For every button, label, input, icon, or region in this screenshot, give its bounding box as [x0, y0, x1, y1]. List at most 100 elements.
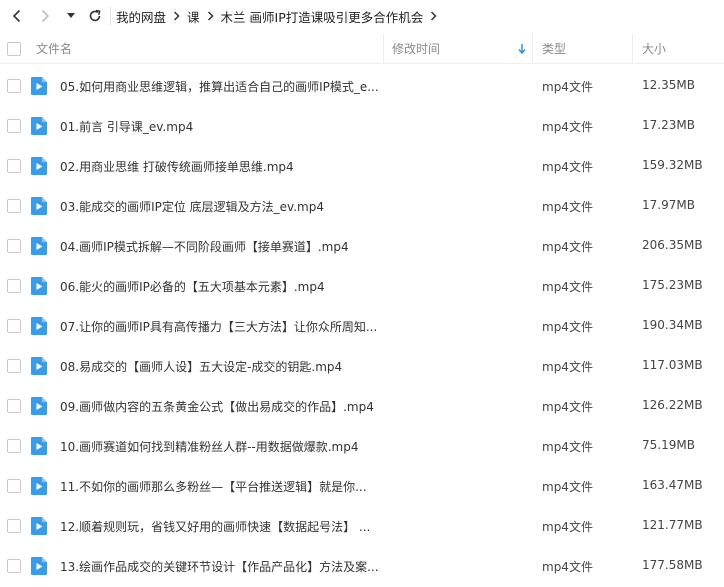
table-row[interactable]: 04.画师IP模式拆解—不同阶段画师【接单赛道】.mp4 mp4文件 206.35M…	[0, 226, 724, 266]
chevron-right-icon	[207, 11, 214, 21]
file-name[interactable]: 01.前言 引导课_ev.mp4	[60, 118, 193, 135]
row-checkbox[interactable]	[7, 199, 21, 213]
table-row[interactable]: 07.让你的画师IP具有高传播力【三大方法】让你众所周知... mp4文件 190.…	[0, 306, 724, 346]
video-file-icon	[31, 517, 47, 535]
file-type: mp4文件	[542, 160, 593, 174]
file-size: 121.77MB	[642, 518, 703, 532]
file-size: 12.35MB	[642, 78, 695, 92]
file-size: 17.23MB	[642, 118, 695, 132]
table-row[interactable]: 02.用商业思维 打破传统画师接单思维.mp4 mp4文件 159.32MB	[0, 146, 724, 186]
caret-down-icon	[67, 13, 75, 18]
file-type: mp4文件	[542, 280, 593, 294]
row-checkbox[interactable]	[7, 79, 21, 93]
file-name[interactable]: 12.顺着规则玩，省钱又好用的画师快速【数据起号法】 ...	[60, 518, 370, 535]
file-size: 117.03MB	[642, 358, 703, 372]
row-checkbox[interactable]	[7, 159, 21, 173]
forward-button[interactable]	[34, 5, 56, 27]
file-name[interactable]: 05.如何用商业思维逻辑，推算出适合自己的画师IP模式_e...	[60, 78, 379, 95]
file-type: mp4文件	[542, 240, 593, 254]
row-checkbox[interactable]	[7, 359, 21, 373]
back-button[interactable]	[6, 5, 28, 27]
table-row[interactable]: 03.能成交的画师IP定位 底层逻辑及方法_ev.mp4 mp4文件 17.97MB	[0, 186, 724, 226]
file-type: mp4文件	[542, 320, 593, 334]
file-size: 163.47MB	[642, 478, 703, 492]
table-row[interactable]: 01.前言 引导课_ev.mp4 mp4文件 17.23MB	[0, 106, 724, 146]
file-size: 175.23MB	[642, 278, 703, 292]
column-header-name[interactable]: 文件名	[36, 40, 72, 57]
file-name[interactable]: 04.画师IP模式拆解—不同阶段画师【接单赛道】.mp4	[60, 238, 349, 255]
row-checkbox[interactable]	[7, 519, 21, 533]
column-header-modified[interactable]: 修改时间	[392, 40, 440, 57]
chevron-right-icon	[41, 9, 50, 23]
chevron-left-icon	[12, 9, 21, 23]
file-name[interactable]: 11.不如你的画师那么多粉丝—【平台推送逻辑】就是你...	[60, 478, 367, 495]
file-size: 75.19MB	[642, 438, 695, 452]
video-file-icon	[31, 117, 47, 135]
video-file-icon	[31, 437, 47, 455]
table-row[interactable]: 06.能火的画师IP必备的【五大项基本元素】.mp4 mp4文件 175.23MB	[0, 266, 724, 306]
file-type: mp4文件	[542, 440, 593, 454]
select-all-checkbox[interactable]	[7, 42, 21, 56]
column-divider[interactable]	[532, 34, 533, 64]
file-size: 206.35MB	[642, 238, 703, 252]
row-checkbox[interactable]	[7, 319, 21, 333]
file-name[interactable]: 13.绘画作品成交的关键环节设计【作品产品化】方法及案...	[60, 558, 379, 575]
file-size: 17.97MB	[642, 198, 695, 212]
video-file-icon	[31, 557, 47, 575]
video-file-icon	[31, 357, 47, 375]
breadcrumb-item-current[interactable]: 木兰 画师IP打造课吸引更多合作机会	[221, 7, 424, 26]
column-divider[interactable]	[632, 34, 633, 64]
video-file-icon	[31, 477, 47, 495]
table-row[interactable]: 05.如何用商业思维逻辑，推算出适合自己的画师IP模式_e... mp4文件 12.…	[0, 66, 724, 106]
file-name[interactable]: 09.画师做内容的五条黄金公式【做出易成交的作品】.mp4	[60, 398, 374, 415]
file-type: mp4文件	[542, 360, 593, 374]
file-size: 177.58MB	[642, 558, 703, 572]
refresh-button[interactable]	[84, 5, 106, 27]
video-file-icon	[31, 237, 47, 255]
row-checkbox[interactable]	[7, 559, 21, 573]
breadcrumb: 我的网盘 课 木兰 画师IP打造课吸引更多合作机会	[116, 7, 444, 26]
file-type: mp4文件	[542, 480, 593, 494]
row-checkbox[interactable]	[7, 279, 21, 293]
table-row[interactable]: 11.不如你的画师那么多粉丝—【平台推送逻辑】就是你... mp4文件 163.47…	[0, 466, 724, 506]
video-file-icon	[31, 77, 47, 95]
breadcrumb-item-root[interactable]: 我的网盘	[116, 7, 166, 26]
file-type: mp4文件	[542, 200, 593, 214]
file-size: 159.32MB	[642, 158, 703, 172]
breadcrumb-item-course[interactable]: 课	[187, 7, 200, 26]
file-name[interactable]: 06.能火的画师IP必备的【五大项基本元素】.mp4	[60, 278, 325, 295]
history-dropdown-button[interactable]	[64, 5, 78, 27]
chevron-right-icon	[173, 11, 180, 21]
row-checkbox[interactable]	[7, 399, 21, 413]
video-file-icon	[31, 197, 47, 215]
file-size: 190.34MB	[642, 318, 703, 332]
row-checkbox[interactable]	[7, 439, 21, 453]
sort-desc-icon	[518, 43, 526, 57]
file-type: mp4文件	[542, 400, 593, 414]
table-row[interactable]: 08.易成交的【画师人设】五大设定-成交的钥匙.mp4 mp4文件 117.03MB	[0, 346, 724, 386]
video-file-icon	[31, 157, 47, 175]
file-name[interactable]: 07.让你的画师IP具有高传播力【三大方法】让你众所周知...	[60, 318, 377, 335]
video-file-icon	[31, 397, 47, 415]
table-row[interactable]: 12.顺着规则玩，省钱又好用的画师快速【数据起号法】 ... mp4文件 121.7…	[0, 506, 724, 546]
file-list: 05.如何用商业思维逻辑，推算出适合自己的画师IP模式_e... mp4文件 12.…	[0, 66, 724, 586]
row-checkbox[interactable]	[7, 119, 21, 133]
file-name[interactable]: 03.能成交的画师IP定位 底层逻辑及方法_ev.mp4	[60, 198, 324, 215]
file-name[interactable]: 02.用商业思维 打破传统画师接单思维.mp4	[60, 158, 294, 175]
navigation-bar: 我的网盘 课 木兰 画师IP打造课吸引更多合作机会	[0, 0, 724, 32]
file-size: 126.22MB	[642, 398, 703, 412]
column-header-size[interactable]: 大小	[642, 40, 666, 57]
nav-divider	[110, 7, 111, 25]
table-row[interactable]: 09.画师做内容的五条黄金公式【做出易成交的作品】.mp4 mp4文件 126.22…	[0, 386, 724, 426]
row-checkbox[interactable]	[7, 479, 21, 493]
table-row[interactable]: 10.画师赛道如何找到精准粉丝人群--用数据做爆款.mp4 mp4文件 75.19M…	[0, 426, 724, 466]
file-list-header: 文件名 修改时间 类型 大小	[0, 34, 724, 64]
file-name[interactable]: 10.画师赛道如何找到精准粉丝人群--用数据做爆款.mp4	[60, 438, 359, 455]
file-name[interactable]: 08.易成交的【画师人设】五大设定-成交的钥匙.mp4	[60, 358, 342, 375]
table-row[interactable]: 13.绘画作品成交的关键环节设计【作品产品化】方法及案... mp4文件 177.5…	[0, 546, 724, 586]
refresh-icon	[89, 9, 101, 22]
video-file-icon	[31, 277, 47, 295]
column-divider[interactable]	[383, 34, 384, 64]
row-checkbox[interactable]	[7, 239, 21, 253]
column-header-type[interactable]: 类型	[542, 40, 566, 57]
